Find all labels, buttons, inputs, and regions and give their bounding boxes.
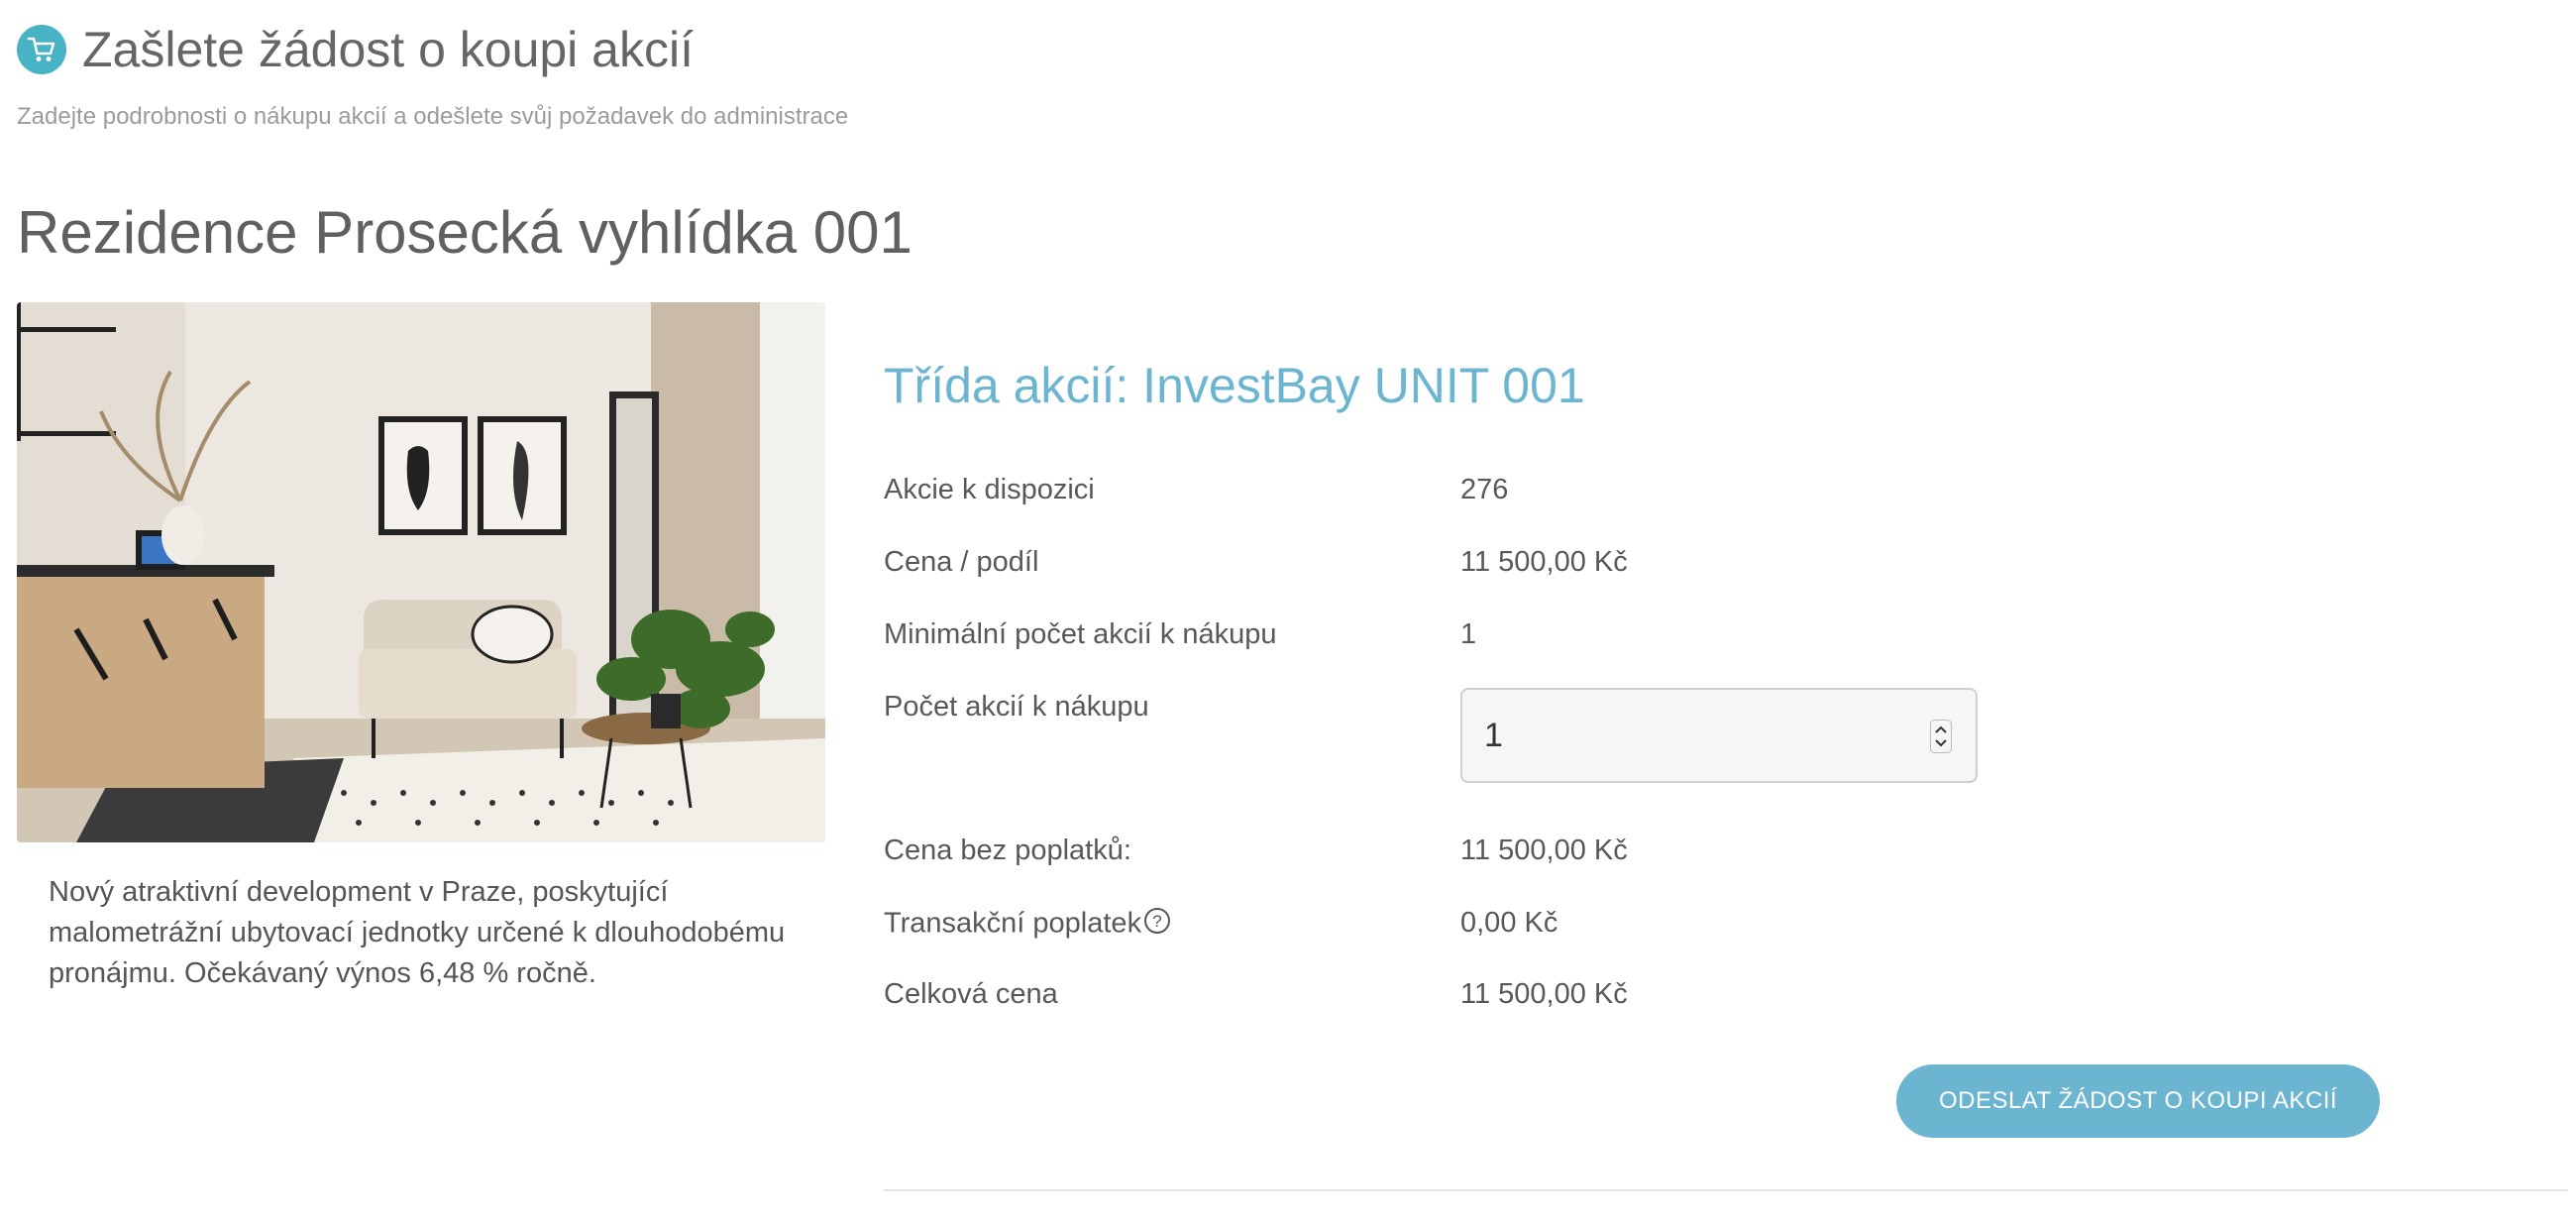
submit-purchase-button[interactable]: ODESLAT ŽÁDOST O KOUPI AKCIÍ bbox=[1896, 1064, 2380, 1138]
total-price-value: 11 500,00 Kč bbox=[1460, 978, 1628, 1010]
help-icon[interactable]: ? bbox=[1143, 907, 1171, 943]
price-per-share-value: 11 500,00 Kč bbox=[1460, 546, 1628, 578]
price-no-fees-label: Cena bez poplatků: bbox=[884, 835, 1131, 866]
quantity-label: Počet akcií k nákupu bbox=[884, 691, 1149, 723]
quantity-input[interactable] bbox=[1484, 708, 1900, 763]
share-class-title: Třída akcií: InvestBay UNIT 001 bbox=[884, 358, 1585, 413]
page-subtitle: Zadejte podrobnosti o nákupu akcií a ode… bbox=[17, 103, 849, 130]
transaction-fee-row: Transakční poplatek? bbox=[884, 907, 1171, 943]
living-room-photo bbox=[17, 302, 825, 842]
price-no-fees-value: 11 500,00 Kč bbox=[1460, 835, 1628, 866]
property-description: Nový atraktivní development v Praze, pos… bbox=[49, 876, 786, 989]
min-shares-label: Minimální počet akcií k nákupu bbox=[884, 618, 1277, 650]
total-price-label: Celková cena bbox=[884, 978, 1058, 1010]
svg-text:?: ? bbox=[1152, 912, 1161, 931]
available-shares-value: 276 bbox=[1460, 474, 1509, 505]
transaction-fee-value: 0,00 Kč bbox=[1460, 907, 1558, 939]
quantity-stepper[interactable] bbox=[1460, 688, 1978, 783]
price-per-share-label: Cena / podíl bbox=[884, 546, 1039, 578]
cart-icon bbox=[17, 25, 66, 74]
min-shares-value: 1 bbox=[1460, 618, 1477, 650]
divider bbox=[884, 1189, 2568, 1191]
spinner-arrows-icon[interactable] bbox=[1930, 720, 1952, 753]
property-title: Rezidence Prosecká vyhlídka 001 bbox=[17, 199, 912, 266]
available-shares-label: Akcie k dispozici bbox=[884, 474, 1095, 505]
page-title: Zašlete žádost o koupi akcií bbox=[82, 22, 694, 77]
transaction-fee-label: Transakční poplatek bbox=[884, 907, 1142, 940]
